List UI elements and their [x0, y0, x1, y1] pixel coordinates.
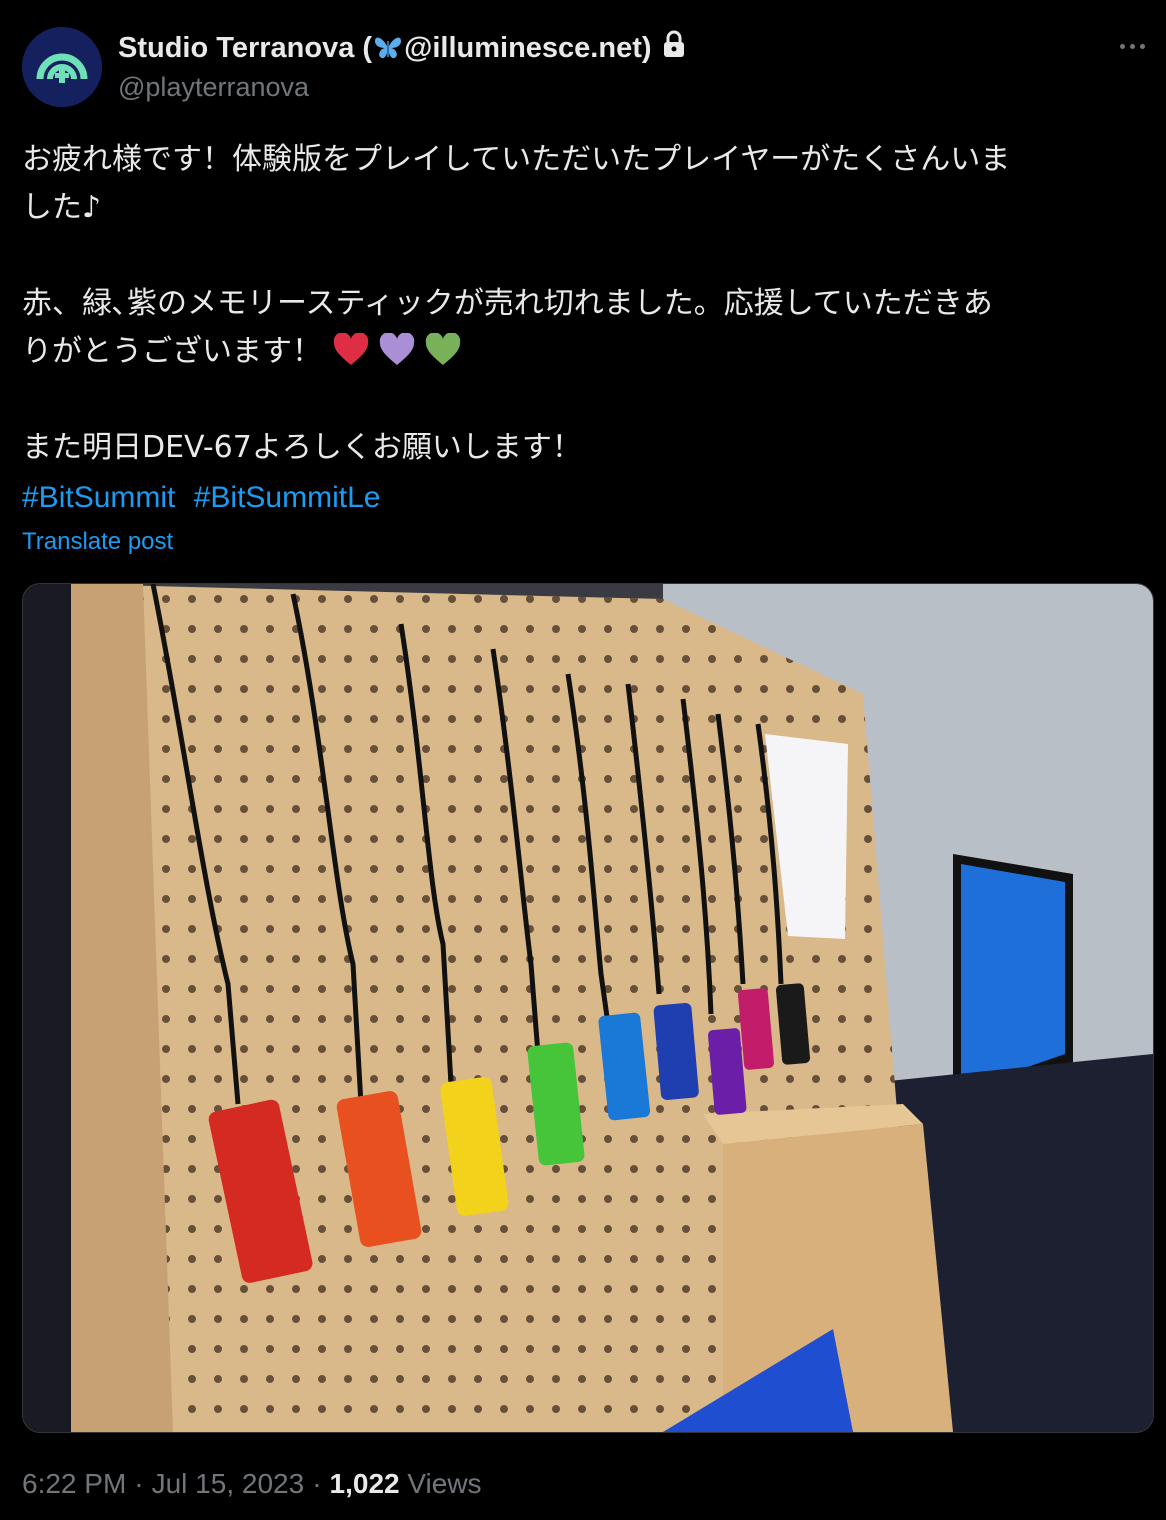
- hashtag-link[interactable]: #BitSummit: [22, 481, 175, 514]
- post-text: お疲れ様です！体験版をプレイしていただいたプレイヤーがたくさんいま した♪ 赤、…: [22, 136, 1146, 472]
- more-options-icon[interactable]: [1112, 34, 1152, 58]
- post-line: した♪: [22, 190, 102, 225]
- author-display-name[interactable]: Studio Terranova ( @illuminesce.net): [118, 30, 686, 66]
- green-heart-icon: [425, 333, 460, 365]
- post-time[interactable]: 6:22 PM: [22, 1468, 126, 1499]
- translate-post-link[interactable]: Translate post: [22, 528, 173, 556]
- post-line: 赤、緑､紫のメモリースティックが売れ切れました。応援していただきあ: [22, 286, 993, 321]
- hashtag-link[interactable]: #BitSummitLe: [194, 481, 381, 514]
- post-photo[interactable]: [22, 583, 1154, 1433]
- butterfly-icon: [373, 35, 403, 61]
- post-meta: 6:22 PM · Jul 15, 2023 · 1,022 Views: [22, 1468, 482, 1499]
- post-date[interactable]: Jul 15, 2023: [152, 1468, 305, 1499]
- terranova-logo-icon: [22, 27, 102, 107]
- purple-heart-icon: [379, 333, 414, 365]
- author-name-handle-text: @illuminesce.net): [404, 31, 652, 64]
- author-handle[interactable]: @playterranova: [118, 72, 309, 103]
- avatar[interactable]: [22, 27, 102, 107]
- lock-icon: [662, 30, 686, 66]
- post-line: また明日DEV-67よろしくお願いします！: [22, 430, 582, 465]
- post-line: りがとうございます！: [22, 328, 1146, 376]
- author-name-text: Studio Terranova (: [118, 31, 373, 64]
- post-line: お疲れ様です！体験版をプレイしていただいたプレイヤーがたくさんいま: [22, 142, 1011, 177]
- hashtags: #BitSummit #BitSummitLe: [22, 474, 390, 522]
- usb-display-photo: [23, 584, 1153, 1432]
- views-label: Views: [407, 1468, 482, 1499]
- red-heart-icon: [333, 333, 368, 365]
- views-count: 1,022: [329, 1468, 400, 1499]
